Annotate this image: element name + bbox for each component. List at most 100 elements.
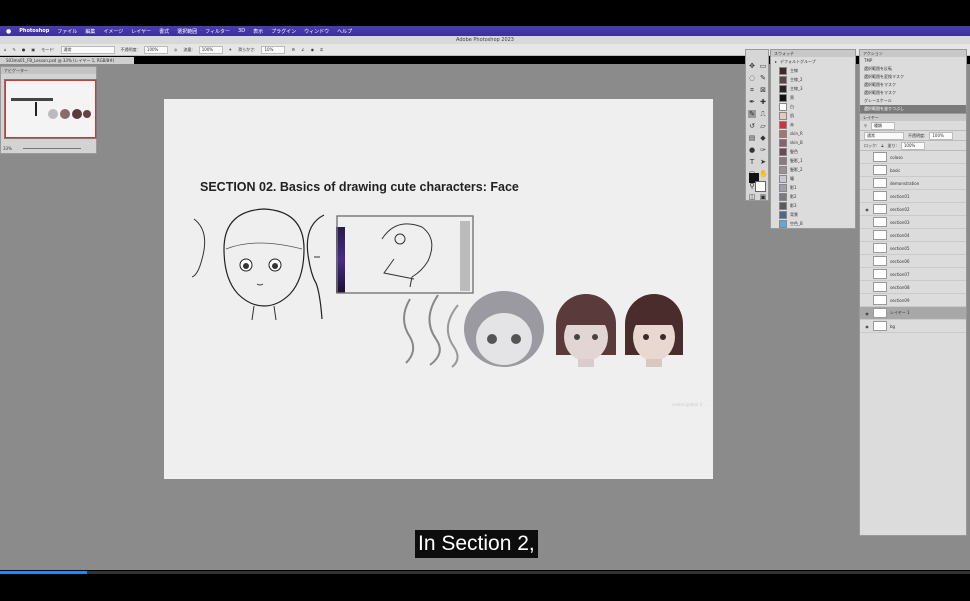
menu-plugins[interactable]: プラグイン [271,28,296,35]
smoothing-input[interactable]: 10% [261,45,286,54]
frame-tool-icon[interactable]: ⊠ [759,86,767,94]
mode-select[interactable]: 通常 [60,45,115,54]
layer-fill-input[interactable]: 100% [900,141,925,150]
healing-tool-icon[interactable]: ✚ [759,98,767,106]
layer-filter-select[interactable]: 種類 [870,121,895,130]
navigator-view-box[interactable] [5,80,96,138]
layer-row[interactable]: ◉ bg [860,320,966,333]
hand-tool-icon[interactable]: ✋ [759,170,768,178]
document-tab[interactable]: S03ma01_FB_Lesson.psd @ 33% (レイヤー 1, RGB… [0,57,134,64]
quick-select-tool-icon[interactable]: ✎ [759,74,767,82]
move-tool-icon[interactable]: ✥ [748,62,756,70]
action-item[interactable]: 選択範囲をマスク [860,81,966,89]
menu-filter[interactable]: フィルター [205,28,230,35]
blur-tool-icon[interactable]: ◆ [759,134,767,142]
type-tool-icon[interactable]: T [748,158,756,166]
pen-tool-icon[interactable]: ✑ [759,146,767,154]
layers-title[interactable]: レイヤー [860,114,966,121]
eye-icon[interactable]: ◉ [864,207,870,212]
symmetry-icon[interactable]: ⧖ [320,47,323,52]
menu-3d[interactable]: 3D [238,28,245,34]
swatch-item[interactable]: skin_B [771,138,855,147]
menu-file[interactable]: ファイル [57,28,77,35]
menu-layer[interactable]: レイヤー [131,28,151,35]
swatch-item[interactable]: 主線_2 [771,75,855,84]
airbrush-icon[interactable]: ✈ [229,47,232,52]
artboard-tool-icon[interactable]: ▭ [759,62,767,70]
brush-tool-icon[interactable]: ✎ [13,47,16,52]
history-brush-icon[interactable]: ↺ [748,122,756,130]
swatches-title[interactable]: スウォッチ [771,50,855,57]
menu-app-name[interactable]: Photoshop [19,28,49,34]
eyedropper-tool-icon[interactable]: ✒ [748,98,756,106]
navigator-zoom-slider[interactable] [23,148,81,149]
layer-row[interactable]: section07 [860,268,966,281]
swatch-item[interactable]: 影2 [771,192,855,201]
layer-row[interactable]: section05 [860,242,966,255]
action-item[interactable]: 選択範囲を反転 [860,65,966,73]
layer-row[interactable]: section08 [860,281,966,294]
lock-icon[interactable]: 🔒︎ [881,143,883,148]
actions-title[interactable]: アクション [860,50,966,57]
swatch-item[interactable]: 白 [771,102,855,111]
swatch-item[interactable]: 背景 [771,210,855,219]
swatch-item[interactable]: 髪影_1 [771,156,855,165]
swatch-item[interactable]: 髪影_2 [771,165,855,174]
home-icon[interactable]: ⌂ [4,47,7,52]
angle-icon[interactable]: ∠ [301,47,305,52]
video-progress-bar[interactable] [0,571,970,574]
layer-opacity-input[interactable]: 100% [929,131,954,140]
action-item[interactable]: グレースケール [860,97,966,105]
path-select-tool-icon[interactable]: ➤ [759,158,767,166]
swatch-item[interactable]: 主線 [771,66,855,75]
screen-mode-icon[interactable]: ▣ [759,193,767,201]
swatch-item[interactable]: 影3 [771,201,855,210]
eye-icon[interactable]: ◉ [864,311,870,316]
layer-row[interactable]: basic [860,164,966,177]
stamp-tool-icon[interactable]: ⎍ [759,110,767,118]
menu-window[interactable]: ウィンドウ [304,28,329,35]
menu-type[interactable]: 書式 [159,28,169,35]
blend-mode-select[interactable]: 通常 [864,131,904,140]
menu-edit[interactable]: 編集 [85,28,95,35]
pressure-size-icon[interactable]: ◉ [311,47,315,52]
gradient-tool-icon[interactable]: ▤ [748,134,756,142]
action-item[interactable]: 選択範囲を塗りつぶし [860,105,966,113]
eye-icon[interactable]: ◉ [864,324,870,329]
navigator-thumbnail[interactable] [4,79,97,139]
layer-row[interactable]: ◉ section02 [860,203,966,216]
swatch-item[interactable]: 瞳 [771,174,855,183]
swatch-item[interactable]: 赤 [771,120,855,129]
swatch-item[interactable]: 髪色 [771,147,855,156]
menu-view[interactable]: 表示 [253,28,263,35]
menu-image[interactable]: イメージ [103,28,123,35]
swatch-group[interactable]: ▸ デフォルトグループ [771,57,855,66]
layer-row[interactable]: section03 [860,216,966,229]
opacity-input[interactable]: 100% [143,45,168,54]
menu-help[interactable]: ヘルプ [337,28,352,35]
action-item[interactable]: TMP [860,57,966,65]
background-color-icon[interactable] [755,181,766,192]
swatch-item[interactable]: 主線_3 [771,84,855,93]
action-item[interactable]: 選択範囲を変換マスク [860,73,966,81]
layer-row[interactable]: demonstration [860,177,966,190]
swatch-item[interactable]: 影1 [771,183,855,192]
brush-preset-icon[interactable]: ● [22,47,26,52]
layer-row[interactable]: ◉ レイヤー 1 [860,307,966,320]
swatch-item[interactable]: skin_R [771,129,855,138]
swatch-item[interactable]: 空色_B [771,219,855,228]
layer-row[interactable]: section06 [860,255,966,268]
brush-tool-icon[interactable]: ✎ [748,110,756,118]
menu-select[interactable]: 選択範囲 [177,28,197,35]
layer-row[interactable]: section01 [860,190,966,203]
dodge-tool-icon[interactable]: ● [748,146,756,154]
action-item[interactable]: 選択範囲をマスク [860,89,966,97]
pressure-opacity-icon[interactable]: ◎ [174,47,178,52]
smoothing-settings-icon[interactable]: ⚙ [291,47,295,52]
layer-row[interactable]: section09 [860,294,966,307]
apple-icon[interactable]: ● [6,28,11,35]
quick-mask-icon[interactable]: ◫ [748,193,756,201]
swatch-item[interactable]: 黒 [771,93,855,102]
swatch-item[interactable]: 肌 [771,111,855,120]
crop-tool-icon[interactable]: ⌗ [748,86,756,94]
